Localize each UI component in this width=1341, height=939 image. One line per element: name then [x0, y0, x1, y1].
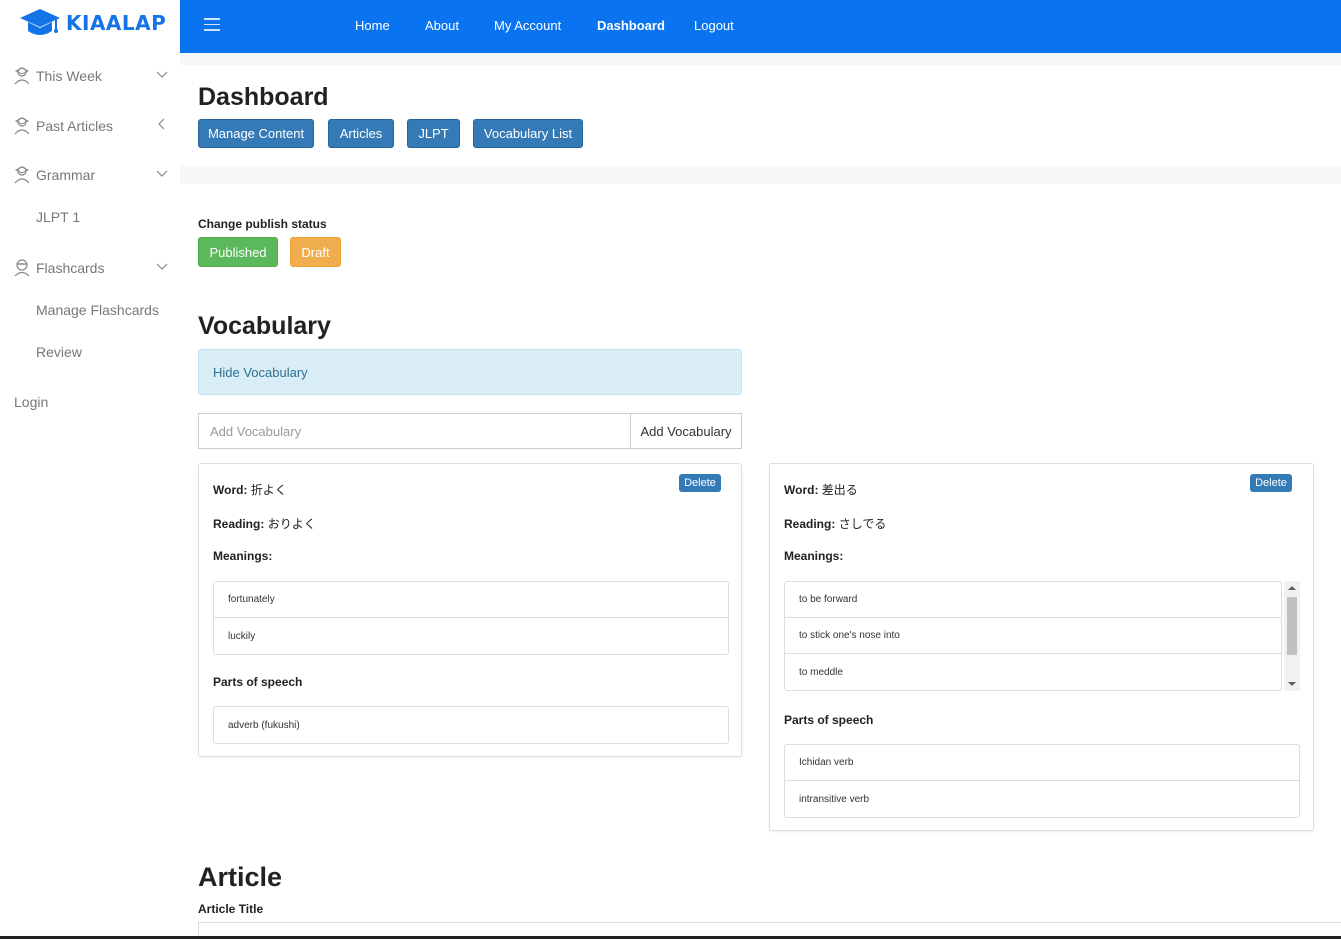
student-icon: [14, 117, 30, 135]
header-band: [180, 53, 1341, 65]
top-navbar: Home About My Account Dashboard Logout: [180, 0, 1341, 53]
add-vocabulary-group: Add Vocabulary: [198, 413, 742, 449]
graduation-cap-icon: [20, 9, 60, 35]
pos-list: adverb (fukushi): [213, 706, 729, 744]
pos-label: Parts of speech: [213, 675, 303, 689]
list-item: to stick one's nose into: [785, 618, 1281, 654]
jlpt-button[interactable]: JLPT: [407, 119, 460, 148]
list-item: fortunately: [214, 582, 728, 618]
scrollbar-thumb[interactable]: [1287, 597, 1297, 655]
manage-content-button[interactable]: Manage Content: [198, 119, 314, 148]
nav-dashboard[interactable]: Dashboard: [597, 18, 665, 33]
sidebar-item-label: Flashcards: [36, 260, 105, 276]
chevron-down-icon: [156, 170, 168, 177]
list-item: Ichidan verb: [785, 745, 1299, 781]
word-line: Word: 差出る: [784, 481, 858, 498]
nav-my-account[interactable]: My Account: [494, 18, 561, 33]
reading-value: さしでる: [838, 517, 887, 531]
articles-button[interactable]: Articles: [328, 119, 394, 148]
delete-button[interactable]: Delete: [1250, 474, 1292, 492]
list-item: adverb (fukushi): [228, 719, 300, 731]
meanings-label: Meanings:: [784, 549, 844, 563]
list-item: intransitive verb: [799, 793, 870, 805]
draft-button[interactable]: Draft: [290, 237, 341, 267]
chevron-left-icon: [158, 118, 165, 130]
page-title: Dashboard: [198, 83, 329, 111]
reading-line: Reading: さしでる: [784, 515, 886, 532]
sidebar-item-label: This Week: [36, 68, 102, 84]
chevron-down-icon: [156, 263, 168, 270]
meanings-list: to be forward to stick one's nose into t…: [784, 581, 1282, 691]
sidebar-item-flashcards[interactable]: Flashcards: [12, 258, 172, 278]
ninja-icon: [14, 259, 30, 277]
sidebar: KIAALAP This Week Past Articles Grammar …: [0, 0, 180, 939]
student-icon: [14, 166, 30, 184]
list-item: to be forward: [785, 582, 1281, 618]
publish-status-label: Change publish status: [198, 217, 327, 231]
meanings-scroll-area[interactable]: to be forward to stick one's nose into t…: [784, 581, 1300, 691]
add-vocabulary-input[interactable]: [198, 413, 630, 449]
nav-logout[interactable]: Logout: [694, 18, 734, 33]
list-item: to meddle: [799, 666, 843, 678]
pos-list: Ichidan verb intransitive verb: [784, 744, 1300, 818]
reading-label: Reading:: [213, 517, 265, 531]
nav-home[interactable]: Home: [355, 18, 390, 33]
hide-vocabulary-toggle[interactable]: Hide Vocabulary: [198, 349, 742, 395]
sidebar-item-login[interactable]: Login: [14, 394, 48, 410]
vocabulary-heading: Vocabulary: [198, 312, 331, 340]
vocab-card: Delete Word: 差出る Reading: さしでる Meanings:…: [769, 463, 1314, 831]
reading-value: おりよく: [267, 517, 316, 531]
reading-label: Reading:: [784, 517, 836, 531]
reading-line: Reading: おりよく: [213, 515, 316, 532]
scrollbar[interactable]: [1284, 581, 1300, 691]
brand-name: KIAALAP: [66, 11, 167, 35]
brand-logo[interactable]: KIAALAP: [18, 6, 166, 40]
sidebar-item-manage-flashcards[interactable]: Manage Flashcards: [36, 302, 159, 318]
student-icon: [14, 67, 30, 85]
sidebar-item-review[interactable]: Review: [36, 344, 82, 360]
word-value: 差出る: [821, 483, 858, 497]
sidebar-item-label: Grammar: [36, 167, 96, 183]
sidebar-item-grammar[interactable]: Grammar: [12, 165, 172, 185]
word-value: 折よく: [250, 483, 287, 497]
article-title-label: Article Title: [198, 902, 264, 916]
chevron-down-icon: [156, 71, 168, 78]
meanings-list: fortunately luckily: [213, 581, 729, 655]
meanings-label: Meanings:: [213, 549, 273, 563]
sidebar-item-this-week[interactable]: This Week: [12, 66, 172, 86]
word-label: Word:: [213, 483, 248, 497]
vocabulary-list-button[interactable]: Vocabulary List: [473, 119, 583, 148]
article-heading: Article: [198, 862, 283, 892]
sidebar-item-jlpt1[interactable]: JLPT 1: [36, 209, 80, 225]
sidebar-item-label: Past Articles: [36, 118, 114, 134]
word-line: Word: 折よく: [213, 481, 287, 498]
scroll-up-arrow-icon[interactable]: [1288, 586, 1296, 590]
hamburger-menu-icon[interactable]: [204, 18, 220, 32]
vocab-card: Delete Word: 折よく Reading: おりよく Meanings:…: [198, 463, 742, 757]
sidebar-item-past-articles[interactable]: Past Articles: [12, 116, 172, 136]
delete-button[interactable]: Delete: [679, 474, 721, 492]
nav-about[interactable]: About: [425, 18, 459, 33]
word-label: Word:: [784, 483, 819, 497]
pos-label: Parts of speech: [784, 713, 874, 727]
list-item: luckily: [228, 630, 256, 642]
scroll-down-arrow-icon[interactable]: [1288, 682, 1296, 686]
published-button[interactable]: Published: [198, 237, 278, 267]
divider-band: [180, 166, 1341, 184]
add-vocabulary-button[interactable]: Add Vocabulary: [630, 413, 742, 449]
